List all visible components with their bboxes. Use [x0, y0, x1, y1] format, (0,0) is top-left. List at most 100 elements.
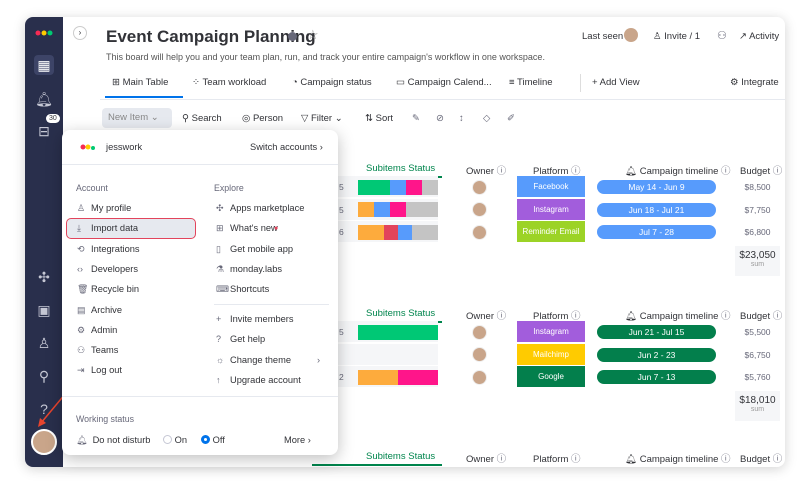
new-item-button[interactable]: New Item ⌄ — [102, 108, 172, 128]
tab-campaign-status[interactable]: ◔ Campaign status — [292, 77, 372, 88]
budget-cell[interactable]: $7,750 — [735, 205, 780, 215]
owner-avatar[interactable] — [472, 369, 487, 385]
info-icon[interactable] — [288, 32, 297, 41]
menu-item-teams[interactable]: ⚇ Teams — [77, 345, 118, 356]
column-header-timeline[interactable]: 🔔︎ Campaign timeline ⓘ — [625, 163, 731, 177]
change-theme-chevron-icon[interactable]: › — [317, 355, 320, 365]
menu-item-recycle-bin[interactable]: 🗑︎ Recycle bin — [77, 284, 139, 295]
timeline-pill[interactable]: Jul 7 - 28 — [597, 225, 716, 239]
column-header-platform[interactable]: Platform ⓘ — [533, 308, 581, 322]
column-header-timeline[interactable]: 🔔︎ Campaign timeline ⓘ — [625, 308, 731, 322]
column-header-timeline[interactable]: 🔔︎ Campaign timeline ⓘ — [625, 451, 731, 465]
info-icon[interactable]: ⓘ — [770, 311, 783, 322]
search-button[interactable]: ⚲ Search — [182, 113, 222, 124]
dnd-on-radio[interactable]: On — [163, 435, 187, 445]
inbox-icon[interactable]: ⊟ — [34, 121, 54, 141]
dnd-off-radio[interactable]: Off — [201, 435, 225, 445]
column-header-subitems[interactable]: Subitems Status — [366, 163, 435, 174]
subitems-status-bar[interactable] — [358, 347, 438, 362]
tab-campaign-calendar[interactable]: ▭ Campaign Calend... — [396, 77, 492, 88]
info-icon[interactable]: ⓘ — [568, 454, 581, 465]
column-header-budget[interactable]: Budget ⓘ — [740, 308, 782, 322]
column-header-platform[interactable]: Platform ⓘ — [533, 163, 581, 177]
search-icon[interactable]: ⚲ — [34, 366, 54, 386]
menu-item-get-help[interactable]: ? Get help — [216, 334, 265, 344]
filter-button[interactable]: ▽ Filter ⌄ — [301, 113, 343, 124]
timeline-pill[interactable]: Jun 21 - Jul 15 — [597, 325, 716, 339]
column-header-platform[interactable]: Platform ⓘ — [533, 451, 581, 465]
owner-avatar[interactable] — [472, 224, 487, 240]
add-view-button[interactable]: + Add View — [592, 77, 640, 88]
row-height-icon[interactable]: ↕ — [459, 113, 464, 124]
last-seen[interactable]: Last seen — [582, 31, 623, 42]
monday-logo[interactable] — [34, 23, 54, 43]
tab-team-workload[interactable]: ⁘ Team workload — [192, 77, 266, 88]
add-user-icon[interactable]: ♙ — [34, 333, 54, 353]
pin-icon[interactable]: ✎ — [412, 113, 420, 124]
menu-item-developers[interactable]: ‹› Developers — [77, 264, 138, 274]
budget-cell[interactable]: $5,500 — [735, 327, 780, 337]
platform-cell[interactable]: Google — [517, 366, 585, 388]
menu-item-invite-members[interactable]: + Invite members — [216, 314, 294, 324]
column-header-owner[interactable]: Owner ⓘ — [466, 163, 506, 177]
info-icon[interactable]: ⓘ — [718, 311, 731, 322]
timeline-pill[interactable]: Jun 7 - 13 — [597, 370, 716, 384]
menu-item-integrations[interactable]: ⟲ Integrations — [77, 244, 140, 255]
menu-item-change-theme[interactable]: ☼ Change theme — [216, 355, 291, 365]
column-header-owner[interactable]: Owner ⓘ — [466, 451, 506, 465]
expand-sidebar-button[interactable]: › — [73, 26, 87, 40]
switch-accounts-button[interactable]: Switch accounts › — [250, 142, 323, 152]
owner-avatar[interactable] — [472, 179, 487, 195]
owner-avatar[interactable] — [472, 324, 487, 340]
integrate-button[interactable]: ⚙ Integrate — [730, 77, 779, 88]
workspace-grid-icon[interactable]: ▦ — [34, 55, 54, 75]
bell-icon[interactable]: 🔔︎ — [34, 89, 54, 109]
subitems-status-bar[interactable] — [358, 202, 438, 217]
platform-cell[interactable]: Instagram — [517, 321, 585, 343]
timeline-pill[interactable]: Jun 2 - 23 — [597, 347, 716, 362]
tab-timeline[interactable]: ≡ Timeline — [509, 77, 553, 88]
info-icon[interactable]: ⓘ — [718, 454, 731, 465]
budget-cell[interactable]: $5,760 — [735, 372, 780, 382]
hide-icon[interactable]: ⊘ — [436, 113, 444, 124]
owner-avatar[interactable] — [472, 202, 487, 217]
menu-item-admin[interactable]: ⚙ Admin — [77, 325, 117, 336]
more-button[interactable]: More › — [284, 435, 311, 445]
menu-item-archive[interactable]: ▤ Archive — [77, 305, 122, 316]
calendar-icon[interactable]: ▣ — [34, 300, 54, 320]
star-icon[interactable]: ☆ — [307, 27, 319, 43]
menu-item-get-mobile-app[interactable]: ▯ Get mobile app — [216, 244, 293, 255]
column-header-subitems[interactable]: Subitems Status — [366, 308, 435, 319]
format-icon[interactable]: ✐ — [507, 113, 515, 124]
info-icon[interactable]: ⓘ — [770, 454, 783, 465]
column-header-owner[interactable]: Owner ⓘ — [466, 308, 506, 322]
budget-cell[interactable]: $8,500 — [735, 182, 780, 192]
info-icon[interactable]: ⓘ — [494, 454, 507, 465]
color-icon[interactable]: ◇ — [483, 113, 490, 124]
info-icon[interactable]: ⓘ — [718, 166, 731, 177]
column-header-budget[interactable]: Budget ⓘ — [740, 163, 782, 177]
avatar[interactable] — [31, 429, 57, 455]
menu-item-shortcuts[interactable]: ⌨Shortcuts — [216, 284, 269, 295]
platform-cell[interactable]: Reminder Email — [517, 221, 585, 243]
timeline-pill[interactable]: May 14 - Jun 9 — [597, 180, 716, 194]
platform-cell[interactable]: Facebook — [517, 176, 585, 198]
puzzle-icon[interactable]: ✣ — [34, 267, 54, 287]
timeline-pill[interactable]: Jun 18 - Jul 21 — [597, 202, 716, 217]
menu-item-upgrade-account[interactable]: ↑ Upgrade account — [216, 375, 301, 385]
menu-item-monday-labs[interactable]: ⚗ monday.labs — [216, 264, 282, 275]
subitems-status-bar[interactable] — [358, 324, 438, 340]
subitems-status-bar[interactable] — [358, 224, 438, 240]
subitems-status-bar[interactable] — [358, 369, 438, 385]
info-icon[interactable]: ⓘ — [494, 311, 507, 322]
tab-main-table[interactable]: ⊞ Main Table — [112, 77, 168, 88]
budget-cell[interactable]: $6,750 — [735, 350, 780, 360]
menu-item-import-data[interactable]: ⤓ Import data — [77, 223, 138, 234]
column-header-subitems[interactable]: Subitems Status — [366, 451, 435, 462]
menu-item-apps-marketplace[interactable]: ✣ Apps marketplace — [216, 203, 304, 214]
automation-icon[interactable]: ⚇ — [717, 29, 727, 42]
person-filter-button[interactable]: ◎ Person — [242, 113, 283, 124]
owner-avatar[interactable] — [472, 347, 487, 362]
menu-item-log-out[interactable]: ⇥ Log out — [77, 365, 122, 376]
activity-button[interactable]: ↗ Activity — [739, 31, 779, 42]
